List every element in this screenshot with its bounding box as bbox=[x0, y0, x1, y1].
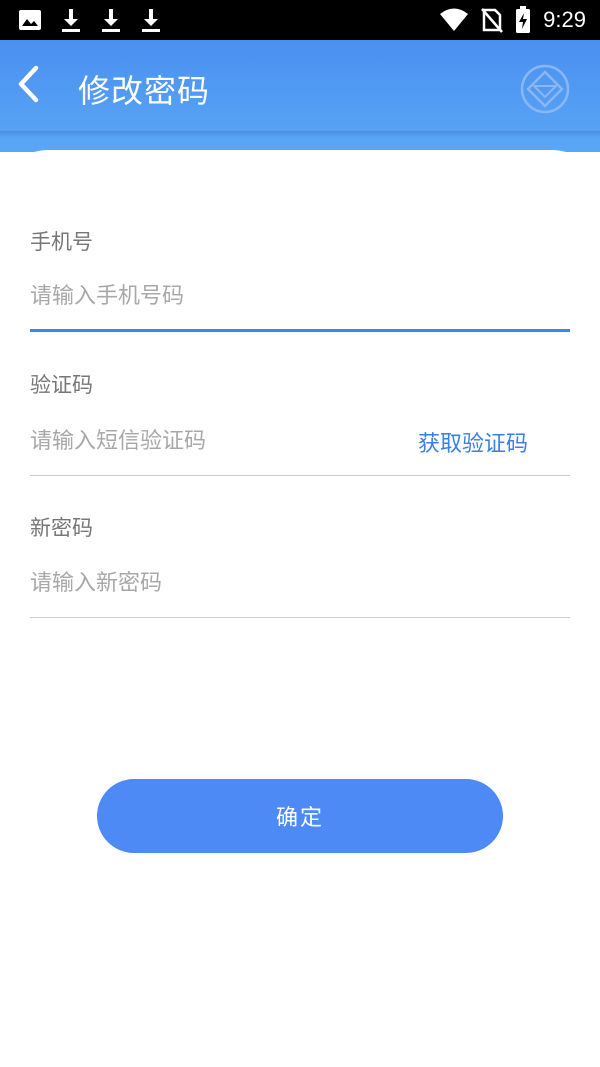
confirm-button[interactable]: 确定 bbox=[97, 779, 503, 853]
password-label: 新密码 bbox=[30, 516, 93, 540]
back-button[interactable] bbox=[8, 64, 48, 108]
code-underline bbox=[30, 475, 570, 476]
no-sim-icon bbox=[481, 7, 504, 33]
battery-charging-icon bbox=[515, 6, 531, 34]
code-label: 验证码 bbox=[30, 373, 93, 397]
app-logo-icon bbox=[520, 64, 570, 114]
image-icon bbox=[18, 9, 42, 31]
header-shadow bbox=[0, 131, 600, 137]
status-bar: 9:29 bbox=[0, 0, 600, 40]
page-title: 修改密码 bbox=[78, 72, 211, 110]
download-icon bbox=[140, 7, 162, 33]
status-right-icons: 9:29 bbox=[427, 6, 586, 34]
phone-input[interactable] bbox=[30, 276, 570, 316]
get-code-button[interactable]: 获取验证码 bbox=[418, 426, 528, 458]
chevron-left-icon bbox=[15, 64, 41, 108]
status-left-icons bbox=[18, 7, 180, 33]
new-password-input[interactable] bbox=[30, 563, 570, 603]
code-input[interactable] bbox=[30, 421, 400, 461]
download-icon bbox=[100, 7, 122, 33]
status-time: 9:29 bbox=[543, 7, 586, 32]
download-icon bbox=[60, 7, 82, 33]
wifi-icon bbox=[439, 8, 469, 32]
phone-underline bbox=[30, 329, 570, 332]
phone-label: 手机号 bbox=[30, 230, 93, 254]
password-underline bbox=[30, 617, 570, 618]
